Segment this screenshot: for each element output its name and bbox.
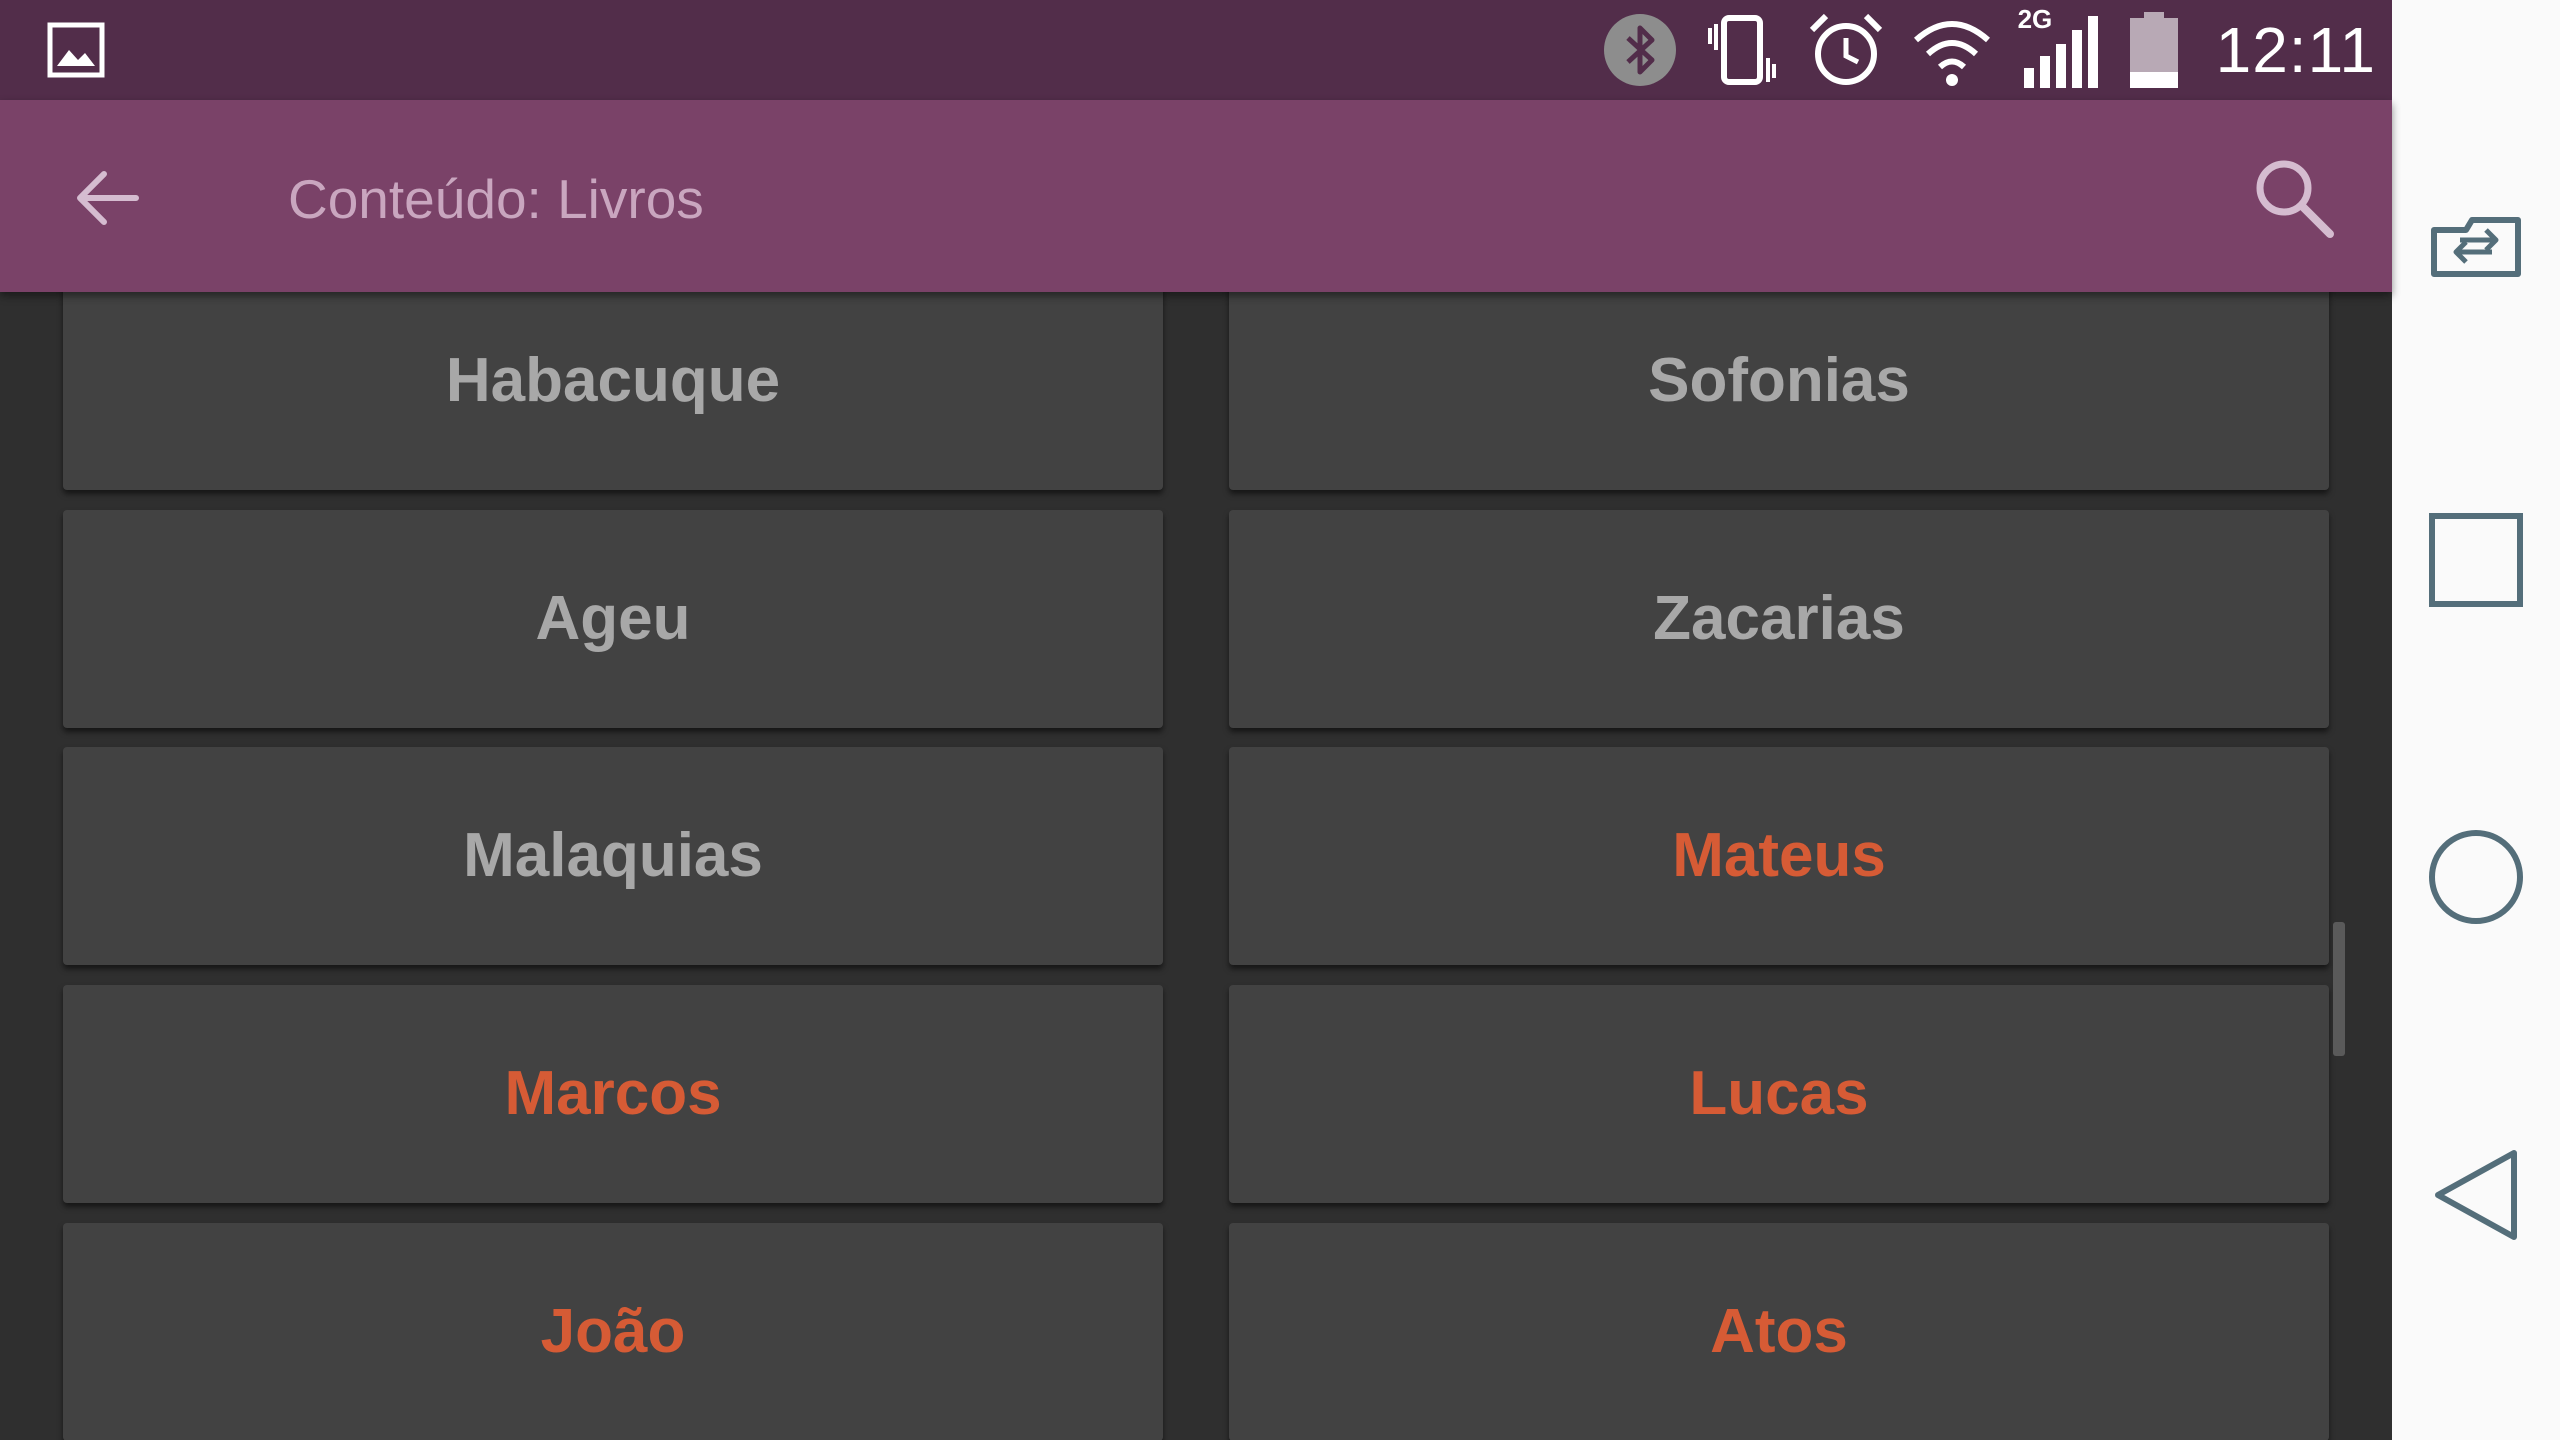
book-card-ageu[interactable]: Ageu [63,510,1163,728]
book-card-joao[interactable]: João [63,1223,1163,1440]
status-bar: 2G 12:11 [0,0,2392,100]
book-label: Ageu [535,584,691,653]
clock: 12:11 [2215,14,2376,86]
book-label: João [540,1297,686,1366]
book-card-lucas[interactable]: Lucas [1229,985,2329,1203]
book-card-marcos[interactable]: Marcos [63,985,1163,1203]
book-card-atos[interactable]: Atos [1229,1223,2329,1440]
recents-icon[interactable] [2426,510,2526,610]
book-label: Marcos [504,1059,722,1128]
book-list[interactable]: Habacuque Sofonias Ageu Zacarias Malaqui… [0,292,2392,1440]
page-title: Conteúdo: Livros [288,168,704,230]
gallery-notification-icon [47,22,105,78]
book-card-habacuque[interactable]: Habacuque [63,292,1163,490]
vibrate-icon [1707,15,1776,85]
battery-icon [2129,12,2178,88]
book-label: Malaquias [463,821,763,890]
book-label: Mateus [1672,821,1886,890]
book-card-zacarias[interactable]: Zacarias [1229,510,2329,728]
cell-signal-icon [2023,16,2098,88]
dual-window-icon[interactable] [2426,194,2526,294]
alarm-icon [1809,13,1882,85]
book-card-mateus[interactable]: Mateus [1229,747,2329,965]
book-label: Habacuque [445,346,781,415]
wifi-icon [1913,21,1990,86]
book-label: Lucas [1689,1059,1869,1128]
navigation-bar [2392,0,2560,1440]
book-label: Sofonias [1648,346,1910,415]
back-icon[interactable] [2426,1145,2526,1245]
book-label: Atos [1710,1297,1848,1366]
app-bar: Conteúdo: Livros [0,100,2392,292]
scrollbar[interactable] [2333,922,2345,1056]
cell-signal: 2G [2018,4,2102,92]
bluetooth-icon [1603,14,1676,86]
book-card-sofonias[interactable]: Sofonias [1229,292,2329,490]
status-icons: 2G 12:11 [1602,0,2376,100]
home-icon[interactable] [2426,827,2526,927]
arrow-left-icon[interactable] [68,158,148,238]
search-icon[interactable] [2252,156,2336,240]
book-card-malaquias[interactable]: Malaquias [63,747,1163,965]
book-label: Zacarias [1653,584,1905,653]
